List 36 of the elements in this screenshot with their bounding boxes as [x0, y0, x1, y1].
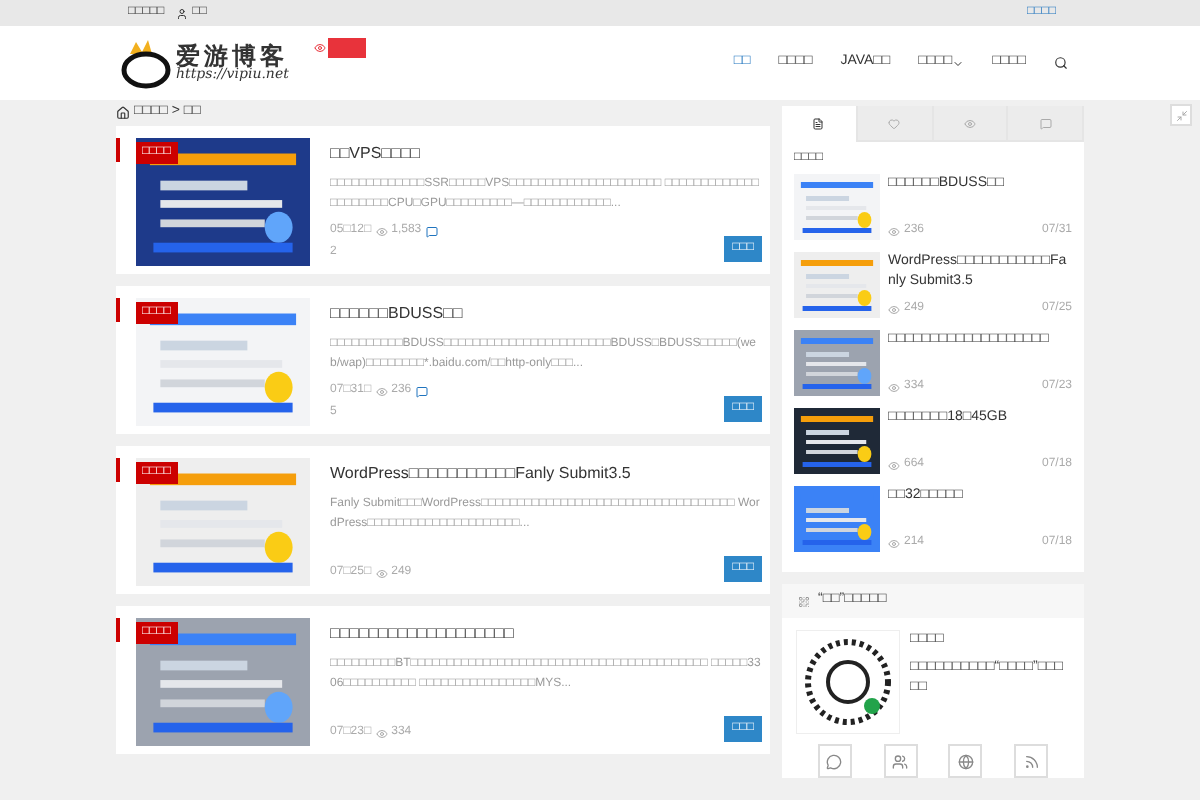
- views-icon: [888, 225, 900, 237]
- post-title[interactable]: WordPress□□□□□□□□□□□Fanly Submit3.5: [330, 462, 762, 486]
- views-icon: [888, 381, 900, 393]
- eye-icon: [963, 117, 976, 129]
- views-icon: [888, 537, 900, 549]
- views-icon: [375, 225, 388, 237]
- social-button[interactable]: [948, 744, 983, 778]
- views-icon: [888, 459, 900, 471]
- document-icon: [812, 118, 825, 130]
- chat-bubble-icon: [826, 753, 843, 769]
- search-icon[interactable]: [1054, 56, 1068, 70]
- collapse-icon: [1175, 109, 1187, 121]
- logo-title: 爱游博客: [176, 44, 288, 68]
- comment-icon: [415, 385, 428, 397]
- views-icon: [375, 567, 388, 579]
- comment-icon: [425, 225, 438, 237]
- collapse-button[interactable]: [1170, 104, 1192, 126]
- views-icon: [888, 303, 900, 315]
- qr-icon: [798, 595, 810, 607]
- post-title[interactable]: □□VPS□□□□: [330, 142, 762, 166]
- heart-icon: [888, 117, 901, 129]
- views-icon: [375, 385, 388, 397]
- rss-icon: [1023, 753, 1040, 769]
- home-icon: [116, 106, 130, 120]
- social-button[interactable]: [883, 744, 918, 778]
- social-button[interactable]: [817, 744, 852, 778]
- post-title[interactable]: □□□□□□□□□□□□□□□□□□□: [330, 622, 762, 646]
- social-button[interactable]: [1014, 744, 1049, 778]
- post-title[interactable]: □□□□□□BDUSS□□: [330, 302, 762, 326]
- comment-icon: [1039, 117, 1052, 129]
- user-icon: [176, 7, 189, 19]
- qr-code-drawing: [796, 630, 900, 734]
- globe-icon: [957, 753, 974, 769]
- views-icon: [375, 727, 388, 739]
- logo-icon: [120, 37, 172, 89]
- people-icon: [892, 753, 909, 769]
